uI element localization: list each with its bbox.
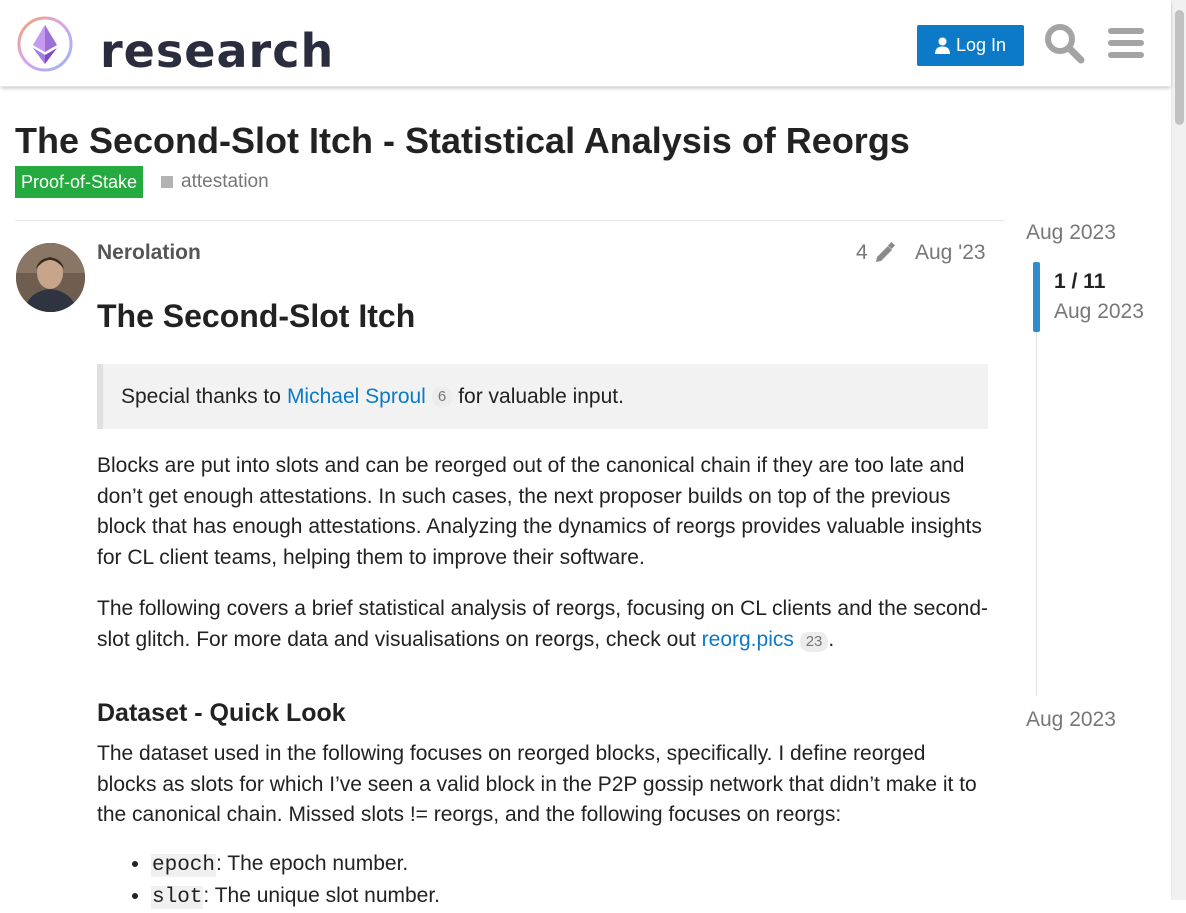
page-scrollbar[interactable] bbox=[1171, 0, 1186, 900]
edit-count: 4 bbox=[856, 241, 868, 264]
post-content: The Second-Slot Itch Special thanks to M… bbox=[97, 290, 988, 913]
tag-attestation[interactable]: attestation bbox=[161, 170, 269, 194]
field-code: slot bbox=[151, 885, 204, 909]
search-icon bbox=[1045, 24, 1085, 64]
paragraph-2-end: . bbox=[828, 627, 835, 651]
timeline-position: 1 / 11 bbox=[1054, 270, 1106, 293]
list-item: slot: The unique slot number. bbox=[151, 881, 988, 913]
search-button[interactable] bbox=[1042, 21, 1086, 65]
field-list: epoch: The epoch number. slot: The uniqu… bbox=[97, 849, 988, 913]
logo-text: research bbox=[100, 24, 335, 78]
timeline-position-date: Aug 2023 bbox=[1054, 300, 1144, 323]
login-label: Log In bbox=[955, 35, 1007, 55]
tag-label: attestation bbox=[181, 171, 269, 192]
hamburger-icon bbox=[1108, 28, 1144, 58]
post-date[interactable]: Aug '23 bbox=[915, 241, 986, 265]
reorg-pics-link[interactable]: reorg.pics bbox=[702, 628, 794, 651]
site-header: research Log In bbox=[0, 0, 1171, 87]
paragraph-2-text: The following covers a brief statistical… bbox=[97, 597, 989, 651]
paragraph-2: The following covers a brief statistical… bbox=[97, 594, 988, 655]
paragraph-1: Blocks are put into slots and can be reo… bbox=[97, 454, 982, 569]
ethereum-logo-icon bbox=[17, 16, 73, 72]
section-heading: Dataset - Quick Look bbox=[97, 699, 346, 728]
login-button[interactable]: Log In bbox=[917, 25, 1024, 66]
field-desc: : The epoch number. bbox=[216, 851, 409, 875]
site-logo[interactable]: research bbox=[16, 14, 333, 74]
blockquote: Special thanks to Michael Sproul 6 for v… bbox=[97, 364, 988, 430]
topic-divider bbox=[15, 220, 1004, 221]
timeline-end-date[interactable]: Aug 2023 bbox=[1026, 708, 1116, 732]
topic-title[interactable]: The Second-Slot Itch - Statistical Analy… bbox=[15, 119, 910, 162]
category-badge[interactable]: Proof-of-Stake bbox=[15, 166, 144, 198]
avatar-photo-icon bbox=[16, 243, 85, 312]
timeline-handle[interactable] bbox=[1033, 262, 1040, 332]
field-code: epoch bbox=[151, 853, 217, 877]
edit-history-button[interactable]: 4 bbox=[856, 241, 896, 265]
scrollbar-thumb[interactable] bbox=[1175, 10, 1184, 125]
paragraph-3: The dataset used in the following focuse… bbox=[97, 742, 977, 827]
timeline-start-date[interactable]: Aug 2023 bbox=[1026, 221, 1116, 245]
quote-text-after: for valuable input. bbox=[458, 384, 624, 408]
pencil-icon bbox=[875, 242, 895, 262]
list-item: epoch: The epoch number. bbox=[151, 849, 988, 881]
link-click-count: 23 bbox=[799, 631, 829, 652]
hamburger-menu-button[interactable] bbox=[1104, 21, 1148, 65]
avatar[interactable] bbox=[16, 243, 85, 312]
mention-link-michael-sproul[interactable]: Michael Sproul bbox=[287, 385, 426, 409]
quote-text-before: Special thanks to bbox=[121, 384, 281, 408]
field-desc: : The unique slot number. bbox=[203, 883, 441, 907]
tag-square-icon bbox=[161, 176, 173, 188]
user-icon bbox=[934, 37, 950, 54]
post-heading: The Second-Slot Itch bbox=[97, 298, 416, 334]
post-author[interactable]: Nerolation bbox=[97, 241, 201, 265]
link-click-count: 6 bbox=[431, 386, 453, 407]
